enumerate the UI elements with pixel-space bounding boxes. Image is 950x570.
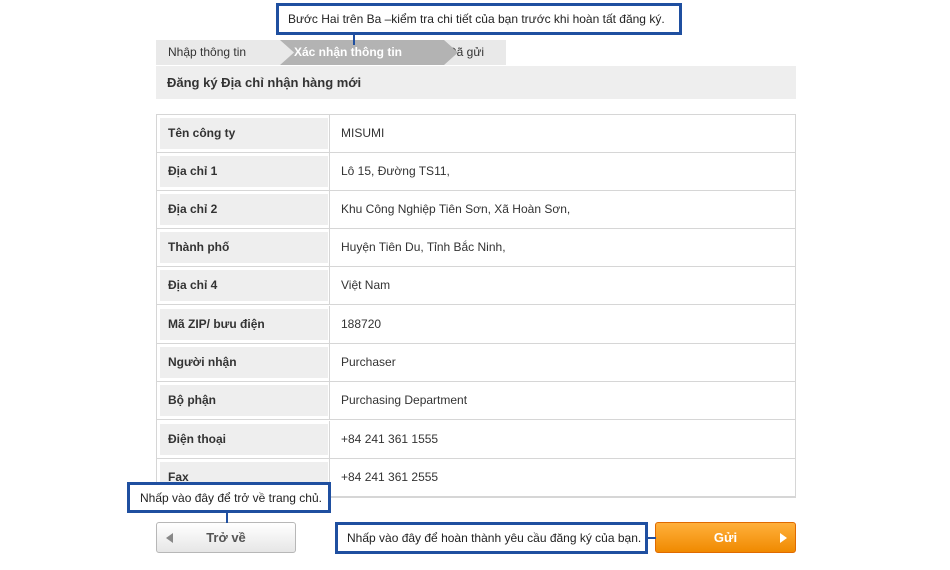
callout-connector [226, 513, 228, 523]
callout-connector [353, 35, 355, 45]
table-row: Tên công ty MISUMI [157, 115, 795, 153]
table-row: Mã ZIP/ bưu điện 188720 [157, 306, 795, 344]
callout-submit-info: Nhấp vào đây để hoàn thành yêu cầu đăng … [335, 522, 648, 554]
step-confirm-info: Xác nhận thông tin [280, 40, 458, 65]
row-value: Khu Công Nghiệp Tiên Sơn, Xã Hoàn Sơn, [329, 191, 795, 228]
submit-button-label: Gửi [713, 530, 738, 545]
table-row: Địa chỉ 1 Lô 15, Đường TS11, [157, 153, 795, 191]
callout-step-info: Bước Hai trên Ba –kiểm tra chi tiết của … [276, 3, 682, 35]
row-label: Tên công ty [160, 118, 328, 149]
callout-back-info: Nhấp vào đây để trở về trang chủ. [127, 482, 331, 513]
row-value: Lô 15, Đường TS11, [329, 153, 795, 190]
row-label: Địa chỉ 2 [160, 194, 328, 225]
table-row: Bộ phận Purchasing Department [157, 382, 795, 420]
row-label: Thành phố [160, 232, 328, 263]
table-row: Địa chỉ 4 Việt Nam [157, 267, 795, 305]
triangle-right-icon [780, 533, 787, 543]
row-label: Điện thoại [160, 424, 328, 455]
details-table: Tên công ty MISUMI Địa chỉ 1 Lô 15, Đườn… [156, 114, 796, 498]
row-value: +84 241 361 2555 [329, 459, 795, 496]
progress-steps: Nhập thông tin Đã gửi Xác nhận thông tin [156, 40, 506, 65]
row-label: Mã ZIP/ bưu điện [160, 309, 328, 340]
row-label: Địa chỉ 4 [160, 270, 328, 301]
row-value: +84 241 361 1555 [329, 421, 795, 458]
row-label: Địa chỉ 1 [160, 156, 328, 187]
row-value: 188720 [329, 306, 795, 343]
table-row: Điện thoại +84 241 361 1555 [157, 421, 795, 459]
row-label: Bộ phận [160, 385, 328, 416]
row-value: Purchasing Department [329, 382, 795, 419]
submit-button[interactable]: Gửi [655, 522, 796, 553]
row-value: Việt Nam [329, 267, 795, 304]
table-row: Người nhận Purchaser [157, 344, 795, 382]
section-title: Đăng ký Địa chỉ nhận hàng mới [156, 66, 796, 99]
table-row: Địa chỉ 2 Khu Công Nghiệp Tiên Sơn, Xã H… [157, 191, 795, 229]
step-enter-info: Nhập thông tin [156, 40, 296, 65]
table-row: Thành phố Huyện Tiên Du, Tỉnh Bắc Ninh, [157, 229, 795, 267]
row-value: Huyện Tiên Du, Tỉnh Bắc Ninh, [329, 229, 795, 266]
row-value: Purchaser [329, 344, 795, 381]
back-button[interactable]: Trở về [156, 522, 296, 553]
row-value: MISUMI [329, 115, 795, 152]
back-button-label: Trở về [206, 530, 246, 545]
row-label: Người nhận [160, 347, 328, 378]
callout-connector [648, 537, 656, 539]
